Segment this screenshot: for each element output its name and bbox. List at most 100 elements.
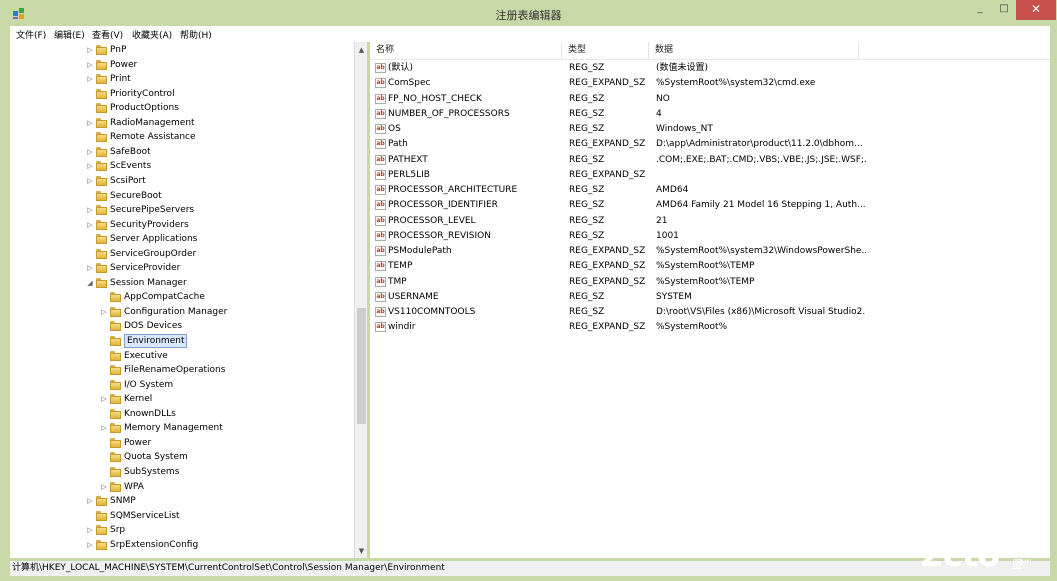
tree-item-label[interactable]: SecurePipeServers <box>110 203 194 217</box>
expand-arrow-icon[interactable]: ▷ <box>86 218 94 232</box>
tree-item-label[interactable]: SNMP <box>110 494 136 508</box>
tree-item-label[interactable]: SecurityProviders <box>110 218 189 232</box>
value-row[interactable]: ab (默认) REG_SZ (数值未设置) <box>370 61 1050 76</box>
expand-arrow-icon[interactable]: ▷ <box>86 494 94 508</box>
expand-arrow-icon[interactable]: ▷ <box>86 538 94 552</box>
tree-item-label[interactable]: PriorityControl <box>110 87 175 101</box>
value-row[interactable]: ab NUMBER_OF_PROCESSORS REG_SZ 4 <box>370 107 1050 122</box>
tree-item[interactable]: ▷ Power <box>10 58 354 72</box>
expand-arrow-icon[interactable]: ▷ <box>86 174 94 188</box>
scroll-up-icon[interactable]: ▲ <box>355 44 368 56</box>
value-row[interactable]: ab PROCESSOR_LEVEL REG_SZ 21 <box>370 214 1050 229</box>
tree-item-label[interactable]: Print <box>110 72 131 86</box>
tree-item[interactable]: FileRenameOperations <box>10 363 354 377</box>
tree-item[interactable]: ▷ SNMP <box>10 494 354 508</box>
tree-item[interactable]: Environment <box>10 334 354 348</box>
tree-item-label[interactable]: SQMServiceList <box>110 509 180 523</box>
tree-item-label[interactable]: Power <box>110 58 137 72</box>
menu-file[interactable]: 文件(F) <box>16 28 46 41</box>
column-header-name[interactable]: 名称 <box>370 42 562 59</box>
expand-arrow-icon[interactable]: ▷ <box>100 392 108 406</box>
tree-item[interactable]: ▷ SecurityProviders <box>10 218 354 232</box>
tree-item[interactable]: ▷ PnP <box>10 43 354 57</box>
tree-item[interactable]: SubSystems <box>10 465 354 479</box>
expand-arrow-icon[interactable]: ▷ <box>86 203 94 217</box>
tree-item-label[interactable]: I/O System <box>124 378 173 392</box>
tree-item-label[interactable]: ScEvents <box>110 159 151 173</box>
tree-item[interactable]: ◢ Session Manager <box>10 276 354 290</box>
values-list-pane[interactable]: 名称 类型 数据 ab (默认) REG_SZ (数值未设置) ab ComSpec REG… <box>370 42 1050 558</box>
tree-item[interactable]: ▷ SrpExtensionConfig <box>10 538 354 552</box>
tree-item-label[interactable]: Quota System <box>124 450 188 464</box>
tree-item[interactable]: ▷ SecurePipeServers <box>10 203 354 217</box>
tree-item-label[interactable]: ServiceGroupOrder <box>110 247 196 261</box>
tree-item[interactable]: ▷ Kernel <box>10 392 354 406</box>
tree-item-label[interactable]: PnP <box>110 43 126 57</box>
expand-arrow-icon[interactable]: ▷ <box>86 116 94 130</box>
tree-item[interactable]: AppCompatCache <box>10 290 354 304</box>
tree-item[interactable]: ▷ ServiceProvider <box>10 261 354 275</box>
value-row[interactable]: ab PERL5LIB REG_EXPAND_SZ <box>370 168 1050 183</box>
value-row[interactable]: ab PSModulePath REG_EXPAND_SZ %SystemRoot%\… <box>370 244 1050 259</box>
value-row[interactable]: ab TMP REG_EXPAND_SZ %SystemRoot%\TEMP <box>370 275 1050 290</box>
tree-item[interactable]: Power <box>10 436 354 450</box>
tree-item-label[interactable]: ServiceProvider <box>110 261 180 275</box>
tree-item-label[interactable]: DOS Devices <box>124 319 182 333</box>
key-tree-pane[interactable]: ▷ PnP ▷ Power ▷ Print PriorityControl ProductOp… <box>10 42 367 558</box>
value-row[interactable]: ab windir REG_EXPAND_SZ %SystemRoot% <box>370 320 1050 335</box>
tree-item[interactable]: PriorityControl <box>10 87 354 101</box>
value-row[interactable]: ab PROCESSOR_ARCHITECTURE REG_SZ AMD64 <box>370 183 1050 198</box>
menu-edit[interactable]: 编辑(E) <box>54 28 85 41</box>
scrollbar-thumb[interactable] <box>357 308 366 424</box>
menu-view[interactable]: 查看(V) <box>92 28 123 41</box>
scroll-down-icon[interactable]: ▼ <box>355 545 368 557</box>
tree-item-label[interactable]: SrpExtensionConfig <box>110 538 198 552</box>
tree-item-label[interactable]: ProductOptions <box>110 101 179 115</box>
tree-item[interactable]: Remote Assistance <box>10 130 354 144</box>
expand-arrow-icon[interactable]: ▷ <box>86 145 94 159</box>
title-bar[interactable]: 注册表编辑器 _ □ ✕ <box>0 0 1057 26</box>
tree-item-label[interactable]: Configuration Manager <box>124 305 227 319</box>
tree-item[interactable]: DOS Devices <box>10 319 354 333</box>
menu-help[interactable]: 帮助(H) <box>180 28 212 41</box>
tree-item[interactable]: ▷ ScEvents <box>10 159 354 173</box>
tree-item-label[interactable]: Session Manager <box>110 276 187 290</box>
tree-item[interactable]: ▷ ScsiPort <box>10 174 354 188</box>
tree-item-label[interactable]: ScsiPort <box>110 174 146 188</box>
tree-item[interactable]: ▷ Print <box>10 72 354 86</box>
minimize-button[interactable]: _ <box>968 0 992 20</box>
column-header-data[interactable]: 数据 <box>649 42 859 59</box>
tree-scrollbar[interactable]: ▲ ▼ <box>354 42 367 558</box>
tree-item-label[interactable]: FileRenameOperations <box>124 363 225 377</box>
tree-item[interactable]: ▷ SafeBoot <box>10 145 354 159</box>
maximize-button[interactable]: □ <box>992 0 1016 20</box>
tree-item[interactable]: SQMServiceList <box>10 509 354 523</box>
tree-item[interactable]: Server Applications <box>10 232 354 246</box>
expand-arrow-icon[interactable]: ▷ <box>86 523 94 537</box>
tree-item-label[interactable]: KnownDLLs <box>124 407 176 421</box>
tree-item[interactable]: Quota System <box>10 450 354 464</box>
tree-item-label[interactable]: Kernel <box>124 392 152 406</box>
column-header-type[interactable]: 类型 <box>562 42 649 59</box>
value-row[interactable]: ab PROCESSOR_IDENTIFIER REG_SZ AMD64 Family… <box>370 198 1050 213</box>
tree-item-label[interactable]: SafeBoot <box>110 145 151 159</box>
expand-arrow-icon[interactable]: ▷ <box>86 159 94 173</box>
tree-item-label[interactable]: AppCompatCache <box>124 290 205 304</box>
value-row[interactable]: ab VS110COMNTOOLS REG_SZ D:\root\VS\Files (… <box>370 305 1050 320</box>
tree-item-label[interactable]: Executive <box>124 349 168 363</box>
tree-item[interactable]: ▷ Srp <box>10 523 354 537</box>
tree-item[interactable]: I/O System <box>10 378 354 392</box>
expand-arrow-icon[interactable]: ▷ <box>100 305 108 319</box>
expand-arrow-icon[interactable]: ▷ <box>86 58 94 72</box>
tree-item[interactable]: KnownDLLs <box>10 407 354 421</box>
tree-item-label[interactable]: WPA <box>124 480 144 494</box>
tree-item[interactable]: ▷ WPA <box>10 480 354 494</box>
value-row[interactable]: ab Path REG_EXPAND_SZ D:\app\Administrator\… <box>370 137 1050 152</box>
expand-arrow-icon[interactable]: ▷ <box>100 421 108 435</box>
menu-favorites[interactable]: 收藏夹(A) <box>132 28 172 41</box>
expand-arrow-icon[interactable]: ▷ <box>86 261 94 275</box>
expand-arrow-icon[interactable]: ▷ <box>100 480 108 494</box>
value-row[interactable]: ab PROCESSOR_REVISION REG_SZ 1001 <box>370 229 1050 244</box>
expand-arrow-icon[interactable]: ▷ <box>86 72 94 86</box>
tree-item-label[interactable]: Remote Assistance <box>110 130 196 144</box>
